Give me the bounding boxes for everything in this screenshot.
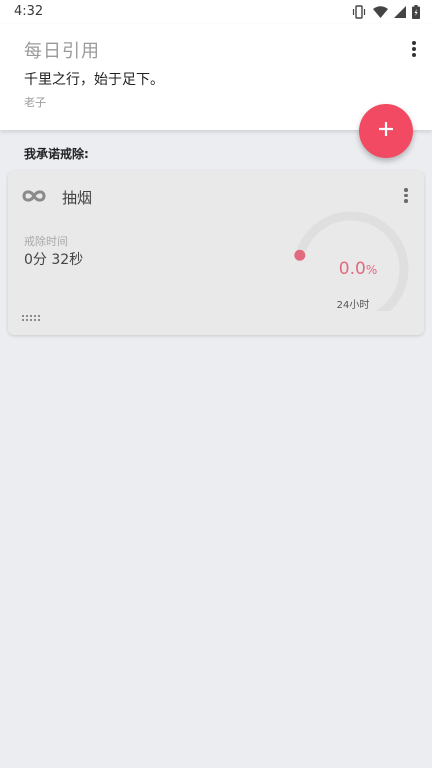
battery-icon [412, 5, 420, 19]
status-bar: 4:32 [0, 0, 432, 24]
drag-handle-icon[interactable] [22, 308, 40, 327]
wifi-icon [373, 6, 388, 18]
more-options-icon[interactable] [410, 41, 418, 61]
gauge-marker [294, 249, 306, 261]
progress-unit: % [365, 263, 378, 277]
quote-author: 老子 [24, 96, 46, 109]
section-label: 我承诺戒除: [24, 147, 89, 161]
status-time: 4:32 [14, 4, 44, 19]
status-icons [351, 5, 420, 19]
quote-text: 千里之行，始于足下。 [24, 72, 164, 88]
elapsed-value: 0分 32秒 [24, 252, 84, 268]
progress-percent: 0.0% [310, 259, 406, 279]
plus-icon [377, 120, 395, 142]
progress-value: 0.0 [338, 259, 366, 279]
signal-icon [394, 6, 406, 18]
habit-card[interactable]: 抽烟 戒除时间 0分 32秒 0.0% 24小时 [8, 171, 424, 335]
add-habit-button[interactable] [359, 104, 413, 158]
vibrate-icon [351, 5, 367, 19]
habit-more-options-icon[interactable] [402, 188, 410, 208]
elapsed-label: 戒除时间 [24, 235, 68, 248]
habit-name: 抽烟 [62, 189, 93, 207]
goal-label: 24小时 [336, 300, 370, 311]
infinity-icon [22, 188, 46, 207]
quote-title: 每日引用 [24, 41, 100, 62]
